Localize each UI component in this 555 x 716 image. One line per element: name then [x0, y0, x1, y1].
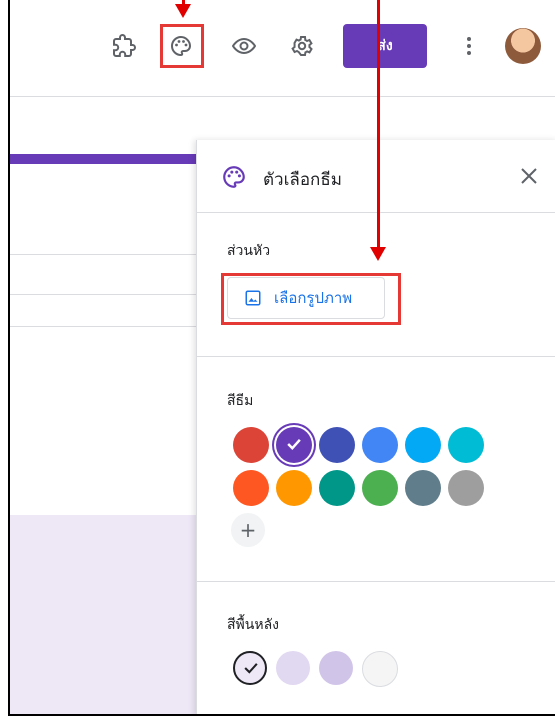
send-button[interactable]: ส่ง	[343, 24, 427, 68]
theme-color-swatch[interactable]	[233, 470, 269, 506]
image-button-highlight-box	[221, 273, 401, 325]
section-divider	[197, 581, 555, 582]
panel-header: ตัวเลือกธีม	[197, 140, 555, 213]
check-icon	[244, 663, 258, 674]
annotation-arrowhead	[370, 247, 386, 261]
form-canvas	[10, 140, 196, 714]
eye-icon[interactable]	[224, 26, 264, 66]
gear-icon[interactable]	[282, 26, 322, 66]
theme-options-panel: ตัวเลือกธีม ส่วนหัว เลือกรูปภาพ สีธีม + …	[196, 140, 555, 714]
theme-color-swatch[interactable]	[362, 427, 398, 463]
theme-color-swatch[interactable]	[405, 427, 441, 463]
add-custom-color-button[interactable]: +	[231, 513, 265, 547]
close-icon[interactable]	[517, 164, 541, 188]
check-icon	[287, 438, 301, 450]
theme-color-swatch[interactable]	[233, 427, 269, 463]
theme-color-swatch[interactable]	[319, 427, 355, 463]
background-color-swatch[interactable]	[233, 651, 267, 685]
form-divider	[10, 254, 196, 255]
annotation-arrow	[377, 0, 380, 248]
theme-color-swatch[interactable]	[448, 470, 484, 506]
panel-title: ตัวเลือกธีม	[263, 170, 342, 190]
background-color-swatch[interactable]	[319, 651, 353, 685]
background-color-swatch[interactable]	[362, 651, 398, 687]
more-vert-icon[interactable]	[449, 26, 489, 66]
form-divider	[10, 294, 196, 295]
palette-highlight-box	[160, 24, 204, 68]
theme-color-swatch[interactable]	[362, 470, 398, 506]
theme-color-swatch[interactable]	[276, 470, 312, 506]
theme-color-swatch[interactable]	[448, 427, 484, 463]
app-frame: ส่ง ตัวเลือกธีม ส่วนหัว เลือกรูปภาพ สีธี…	[8, 0, 555, 716]
form-accent-bar	[10, 154, 196, 164]
theme-color-swatch[interactable]	[276, 427, 312, 463]
header-section-label: ส่วนหัว	[227, 243, 271, 259]
form-card[interactable]	[10, 345, 196, 515]
toolbar-divider	[10, 96, 555, 97]
puzzle-icon[interactable]	[104, 26, 144, 66]
background-color-swatch[interactable]	[276, 651, 310, 685]
annotation-arrowhead	[175, 4, 191, 18]
avatar[interactable]	[505, 28, 541, 64]
section-divider	[197, 356, 555, 357]
theme-color-swatch[interactable]	[405, 470, 441, 506]
form-divider	[10, 326, 196, 327]
top-toolbar: ส่ง	[10, 0, 555, 96]
theme-color-label: สีธีม	[227, 393, 254, 409]
background-color-label: สีพื้นหลัง	[227, 617, 279, 633]
palette-icon	[223, 166, 245, 188]
theme-color-swatch[interactable]	[319, 470, 355, 506]
